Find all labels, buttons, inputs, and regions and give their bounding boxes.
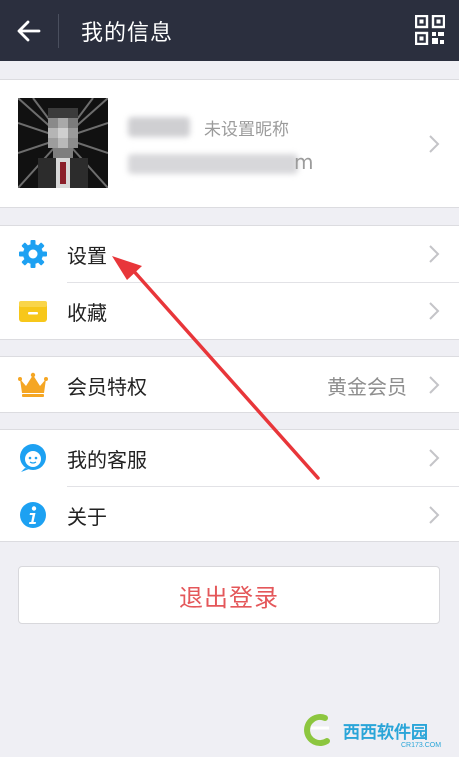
folder-icon bbox=[17, 295, 49, 327]
logout-label: 退出登录 bbox=[179, 583, 279, 612]
menu-item-settings[interactable]: 设置 bbox=[0, 226, 459, 282]
menu-item-vip[interactable]: 会员特权 黄金会员 bbox=[0, 357, 459, 413]
menu-item-about[interactable]: 关于 bbox=[0, 487, 459, 543]
page-title: 我的信息 bbox=[81, 20, 174, 46]
watermark-text: 西西软件园 bbox=[343, 722, 428, 742]
chevron-right-icon bbox=[429, 245, 440, 263]
avatar[interactable] bbox=[18, 98, 108, 188]
vip-level-value: 黄金会员 bbox=[327, 374, 407, 399]
gear-icon bbox=[17, 238, 49, 270]
nickname-redacted bbox=[128, 117, 190, 137]
menu-item-label: 设置 bbox=[67, 243, 107, 268]
menu-item-customer-service[interactable]: 我的客服 bbox=[0, 430, 459, 486]
chevron-right-icon bbox=[429, 376, 440, 394]
watermark-logo: 西西软件园 CR173.COM bbox=[304, 714, 441, 749]
menu-item-label: 我的客服 bbox=[67, 447, 147, 472]
arrow-left-icon bbox=[17, 20, 41, 41]
menu-item-favorites[interactable]: 收藏 bbox=[0, 283, 459, 339]
chevron-right-icon bbox=[429, 302, 440, 320]
chevron-right-icon bbox=[429, 135, 440, 153]
menu-item-label: 会员特权 bbox=[67, 374, 147, 399]
info-icon bbox=[17, 499, 49, 531]
back-button[interactable] bbox=[0, 0, 58, 61]
email-suffix: m bbox=[294, 150, 314, 174]
title-divider bbox=[58, 13, 59, 48]
crown-icon bbox=[17, 369, 49, 401]
logout-button[interactable]: 退出登录 bbox=[18, 566, 440, 624]
title-bar: 我的信息 bbox=[0, 0, 459, 61]
chevron-right-icon bbox=[429, 506, 440, 524]
watermark-sub: CR173.COM bbox=[401, 742, 441, 749]
menu-item-label: 收藏 bbox=[67, 300, 107, 325]
qr-code-button[interactable] bbox=[414, 14, 446, 46]
nickname-hint: 未设置昵称 bbox=[204, 120, 289, 140]
qr-code-icon bbox=[414, 14, 446, 46]
avatar-image bbox=[18, 98, 108, 188]
menu-item-label: 关于 bbox=[67, 504, 107, 529]
chevron-right-icon bbox=[429, 449, 440, 467]
email-redacted bbox=[128, 154, 298, 174]
customer-service-icon bbox=[17, 442, 49, 474]
